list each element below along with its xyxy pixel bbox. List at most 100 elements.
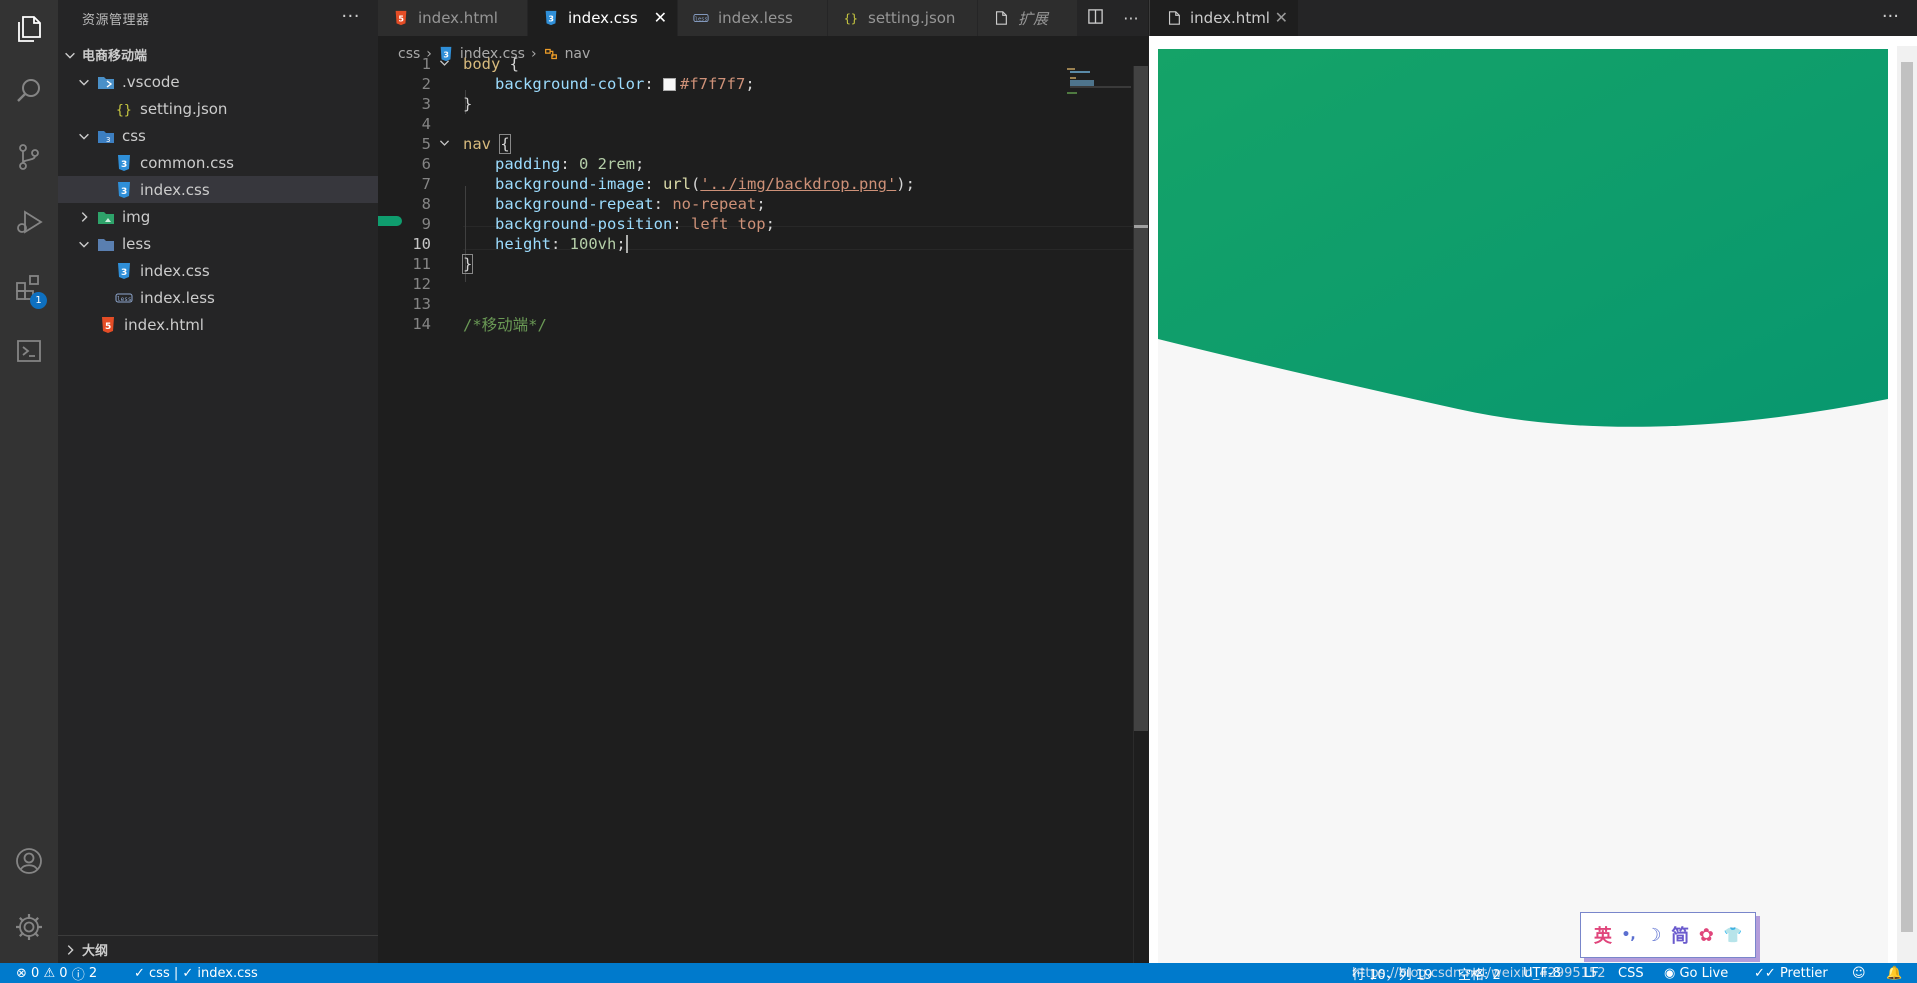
editor-scrollbar[interactable] bbox=[1133, 66, 1148, 963]
tree-folder-img[interactable]: img bbox=[58, 203, 378, 230]
svg-text:{}: {} bbox=[116, 103, 132, 118]
css-file-icon: 3 bbox=[114, 181, 134, 199]
code-editor[interactable]: 1 body { 2 background-color: #f7f7f7; 3 … bbox=[378, 55, 1148, 963]
tab-index-css[interactable]: 3 index.css ✕ bbox=[528, 0, 678, 36]
encoding-setting[interactable]: UTF-8 bbox=[1523, 963, 1561, 983]
tree-file-index-less[interactable]: less index.less bbox=[58, 284, 378, 311]
tab-index-less[interactable]: less index.less bbox=[678, 0, 828, 36]
preview-more-button[interactable]: ··· bbox=[1882, 6, 1899, 27]
css-brace: } bbox=[461, 254, 474, 274]
remote-icon[interactable] bbox=[0, 322, 58, 380]
css-punctuation: ; bbox=[616, 234, 626, 253]
flower-icon[interactable]: ✿ bbox=[1699, 925, 1714, 946]
explorer-more-button[interactable]: ··· bbox=[341, 6, 360, 27]
lint-status[interactable]: ✓ css | ✓ index.css bbox=[134, 963, 258, 983]
account-icon[interactable] bbox=[0, 832, 58, 890]
svg-text:5: 5 bbox=[398, 15, 404, 24]
info-count: 2 bbox=[88, 965, 98, 981]
svg-text:{}: {} bbox=[844, 11, 858, 25]
tree-folder-less[interactable]: less bbox=[58, 230, 378, 257]
ime-toolbar[interactable]: 英 •, ☽ 简 ✿ 👕 bbox=[1580, 912, 1756, 958]
explorer-icon[interactable] bbox=[0, 0, 58, 58]
explorer-sidebar: 资源管理器 ··· 电商移动端 .vscode {} setting.json … bbox=[58, 0, 378, 963]
tab-extension[interactable]: 扩展 bbox=[978, 0, 1078, 36]
shirt-icon[interactable]: 👕 bbox=[1723, 926, 1742, 944]
tree-file-less-index-css[interactable]: 3 index.css bbox=[58, 257, 378, 284]
css-punctuation: : bbox=[672, 215, 691, 233]
ime-punctuation[interactable]: •, bbox=[1621, 927, 1635, 943]
tree-item-label: setting.json bbox=[140, 99, 228, 118]
tab-index-html[interactable]: 5 index.html bbox=[378, 0, 528, 36]
minimap[interactable] bbox=[1065, 66, 1132, 126]
tree-file-index-css[interactable]: 3 index.css bbox=[58, 176, 378, 203]
fold-chevron-icon[interactable] bbox=[438, 55, 454, 73]
browser-preview[interactable] bbox=[1149, 36, 1917, 963]
eol-setting[interactable]: LF bbox=[1584, 963, 1599, 983]
preview-page bbox=[1158, 49, 1888, 963]
preview-tab-bar: index.html ✕ ··· bbox=[1149, 0, 1917, 36]
cursor-position[interactable]: 行 10，列 19 bbox=[1352, 963, 1432, 983]
tree-root-folder[interactable]: 电商移动端 bbox=[58, 41, 378, 68]
language-mode[interactable]: CSS bbox=[1618, 963, 1644, 983]
tab-setting-json[interactable]: {} setting.json bbox=[828, 0, 978, 36]
chevron-down-icon bbox=[76, 128, 92, 144]
svg-text:less: less bbox=[117, 296, 132, 303]
json-file-icon: {} bbox=[114, 100, 134, 118]
file-icon bbox=[992, 9, 1010, 27]
tree-item-label: index.css bbox=[140, 180, 210, 199]
extensions-icon[interactable]: 1 bbox=[0, 258, 58, 316]
ime-lang-toggle[interactable]: 英 bbox=[1594, 922, 1612, 948]
info-icon: ⓘ bbox=[71, 967, 85, 983]
tree-item-label: css bbox=[122, 126, 146, 145]
indentation-setting[interactable]: 空格: 2 bbox=[1458, 963, 1501, 983]
scrollbar-thumb[interactable] bbox=[1134, 66, 1148, 731]
moon-icon[interactable]: ☽ bbox=[1645, 925, 1661, 946]
tree-file-setting-json[interactable]: {} setting.json bbox=[58, 95, 378, 122]
line-number: 6 bbox=[421, 155, 431, 173]
tree-folder-vscode[interactable]: .vscode bbox=[58, 68, 378, 95]
css-punctuation bbox=[491, 135, 500, 153]
search-icon[interactable] bbox=[0, 62, 58, 120]
tab-close-icon[interactable]: ✕ bbox=[1275, 8, 1288, 27]
run-debug-icon[interactable] bbox=[0, 193, 58, 251]
line-number: 5 bbox=[421, 135, 431, 153]
tree-file-common-css[interactable]: 3 common.css bbox=[58, 149, 378, 176]
line-number: 9 bbox=[421, 215, 431, 233]
split-editor-icon[interactable] bbox=[1087, 8, 1104, 29]
line-number: 10 bbox=[412, 235, 431, 253]
go-live-button[interactable]: ◉ Go Live bbox=[1664, 963, 1728, 983]
feedback-icon[interactable]: ☺ bbox=[1852, 963, 1866, 983]
tab-close-icon[interactable]: ✕ bbox=[654, 8, 667, 27]
file-icon bbox=[1166, 10, 1182, 26]
settings-gear-icon[interactable] bbox=[0, 898, 58, 956]
scrollbar-cursor-mark bbox=[1134, 225, 1148, 228]
explorer-title: 资源管理器 bbox=[82, 12, 150, 28]
tree-folder-css[interactable]: 3 css bbox=[58, 122, 378, 149]
outline-section[interactable]: 大纲 bbox=[58, 935, 378, 963]
tab-preview-index-html[interactable]: index.html ✕ bbox=[1150, 0, 1298, 36]
line-number: 7 bbox=[421, 175, 431, 193]
prettier-status[interactable]: ✓✓ Prettier bbox=[1754, 963, 1828, 983]
fold-chevron-icon[interactable] bbox=[438, 135, 454, 153]
css-punctuation: : bbox=[644, 75, 663, 93]
explorer-header: 资源管理器 ··· bbox=[58, 0, 378, 36]
preview-scrollbar[interactable] bbox=[1897, 46, 1917, 963]
line-number: 8 bbox=[421, 195, 431, 213]
less-file-icon: less bbox=[692, 9, 710, 27]
editor-more-button[interactable]: ··· bbox=[1123, 9, 1138, 28]
color-swatch[interactable] bbox=[662, 78, 676, 91]
css-string-link[interactable]: '../img/backdrop.png' bbox=[700, 175, 896, 193]
warning-count: 0 bbox=[59, 965, 68, 981]
less-file-icon: less bbox=[114, 289, 134, 307]
tree-file-index-html[interactable]: 5 index.html bbox=[58, 311, 378, 338]
source-control-icon[interactable] bbox=[0, 128, 58, 186]
problems-indicator[interactable]: ⊗ 0 ⚠ 0 ⓘ 2 bbox=[16, 963, 97, 983]
svg-text:3: 3 bbox=[106, 136, 110, 144]
warning-icon: ⚠ bbox=[43, 965, 56, 981]
css-punctuation: : bbox=[653, 195, 673, 213]
scrollbar-thumb[interactable] bbox=[1901, 62, 1913, 932]
ime-simplified[interactable]: 简 bbox=[1671, 922, 1689, 948]
tab-label: 扩展 bbox=[1018, 9, 1049, 28]
svg-text:3: 3 bbox=[121, 187, 127, 197]
notifications-bell-icon[interactable]: 🔔 bbox=[1886, 963, 1902, 983]
